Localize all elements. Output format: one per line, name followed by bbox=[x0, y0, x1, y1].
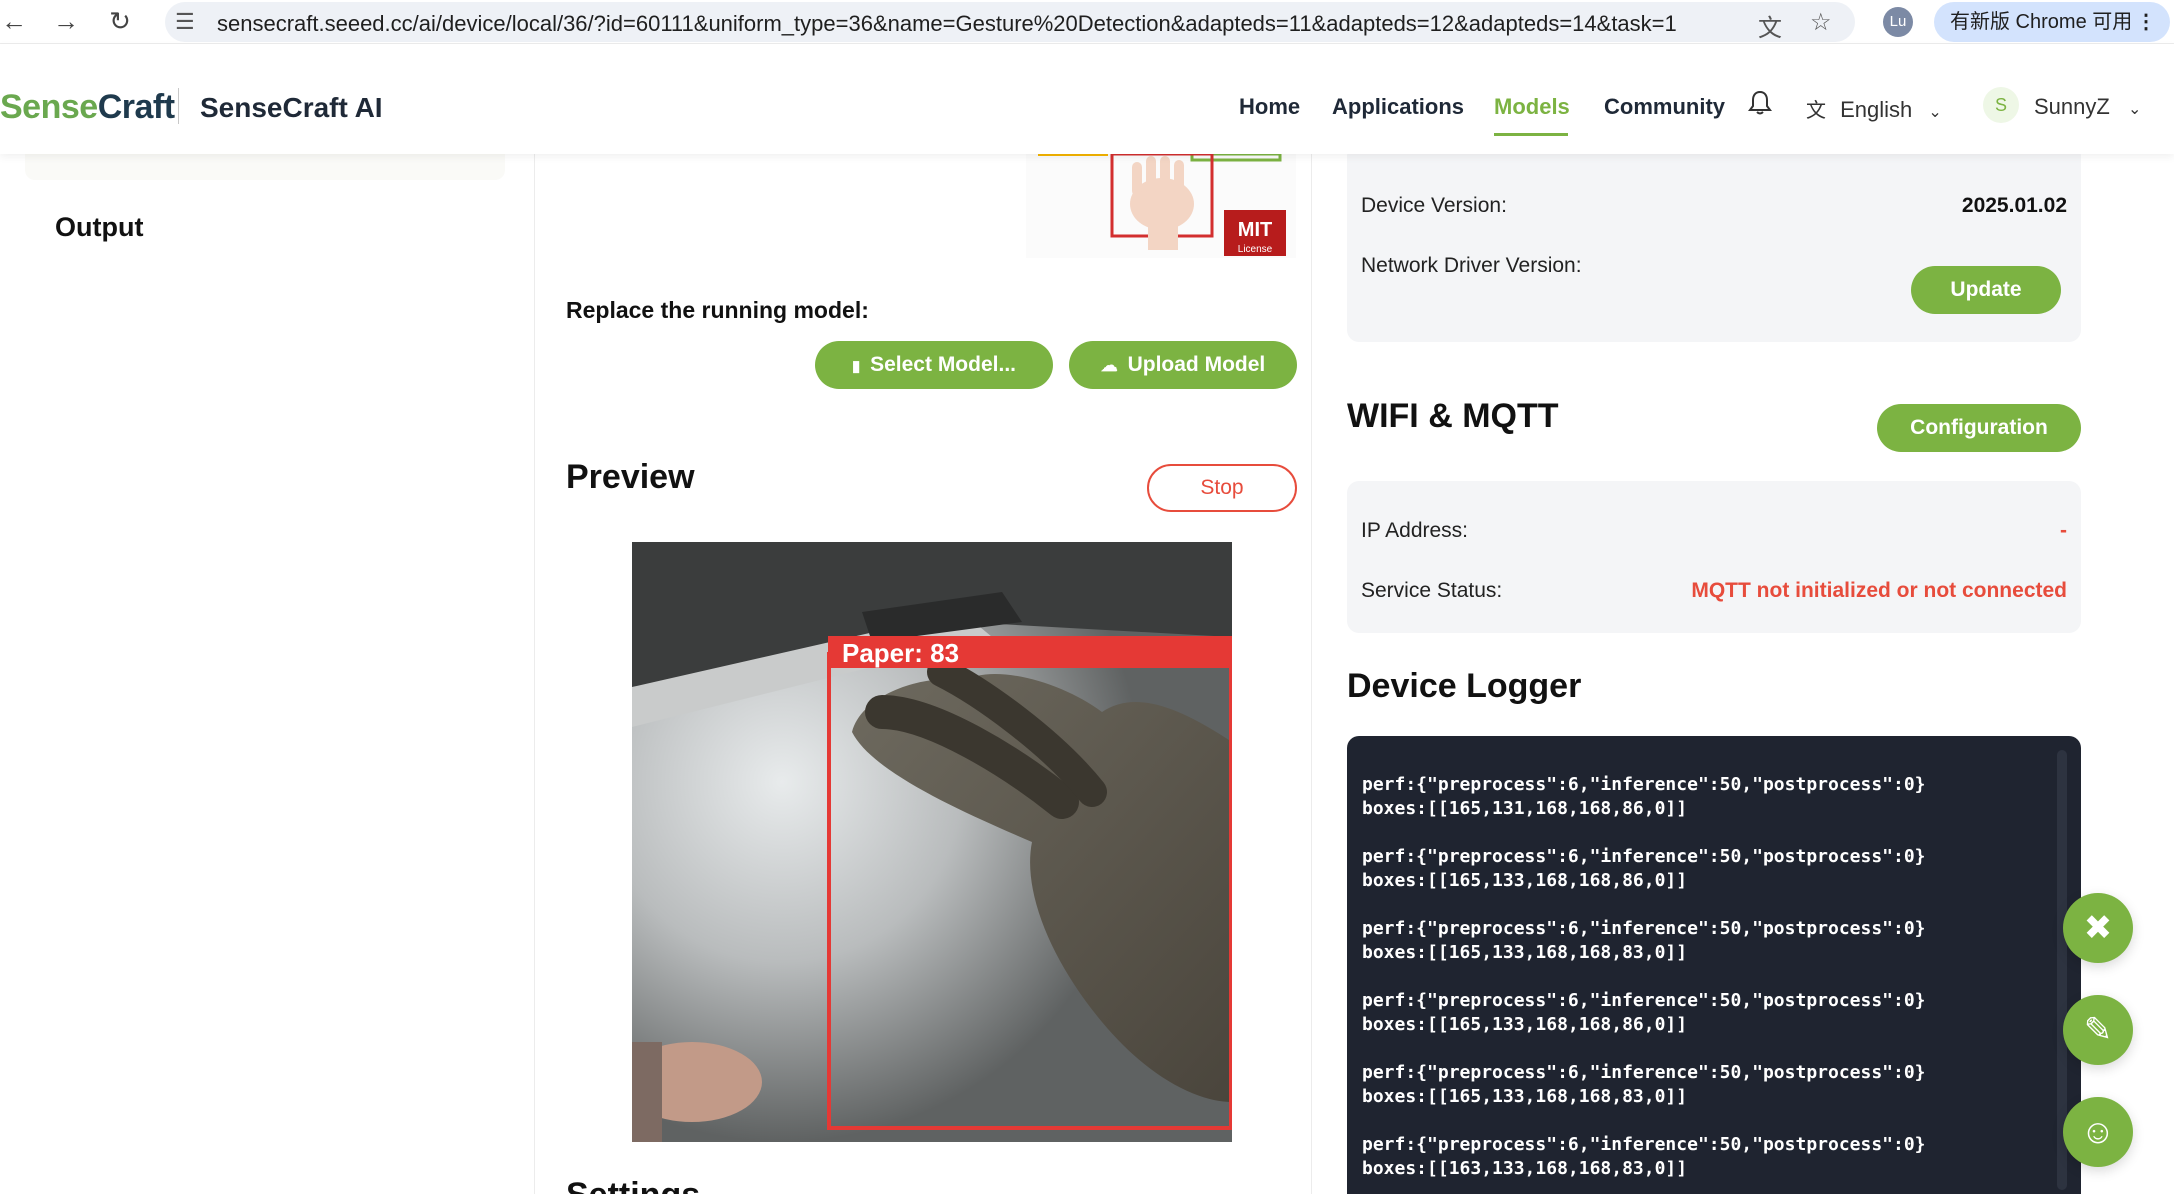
language-selector[interactable]: 文 English ⌄ bbox=[1806, 94, 1942, 123]
logo-craft-text: Craft bbox=[97, 88, 175, 126]
reload-icon[interactable]: ↻ bbox=[106, 8, 134, 36]
camera-preview: Paper: 83 bbox=[632, 542, 1232, 1142]
more-menu-icon[interactable]: ⋮ bbox=[2136, 2, 2156, 42]
log-boxes-line: boxes:[[163,133,168,168,83,0]] bbox=[1362, 1158, 1688, 1179]
log-perf-line: perf:{"preprocess":6,"inference":50,"pos… bbox=[1362, 918, 1926, 939]
site-title: SenseCraft AI bbox=[200, 92, 383, 123]
ip-address-value: - bbox=[2060, 519, 2067, 542]
log-perf-line: perf:{"preprocess":6,"inference":50,"pos… bbox=[1362, 846, 1926, 867]
logo-sense-text: Sense bbox=[0, 88, 98, 126]
tools-icon: ✖ bbox=[2083, 909, 2113, 947]
chevron-down-icon: ⌄ bbox=[2127, 101, 2142, 118]
log-perf-line: perf:{"preprocess":6,"inference":50,"pos… bbox=[1362, 774, 1926, 795]
forward-arrow-icon[interactable]: → bbox=[52, 8, 80, 36]
service-status-value: MQTT not initialized or not connected bbox=[1691, 579, 2067, 602]
configuration-button[interactable]: Configuration bbox=[1877, 404, 2081, 452]
user-avatar[interactable]: S bbox=[1983, 87, 2019, 123]
upload-model-button[interactable]: ☁ Upload Model bbox=[1069, 341, 1297, 389]
log-boxes-line: boxes:[[165,133,168,168,83,0]] bbox=[1362, 942, 1688, 963]
app-header: SenseCraft SenseCraft AI Home Applicatio… bbox=[0, 44, 2174, 154]
upload-model-label: Upload Model bbox=[1127, 353, 1266, 376]
nav-community[interactable]: Community bbox=[1604, 94, 1725, 120]
back-arrow-icon[interactable]: ← bbox=[0, 8, 28, 36]
svg-text:MIT: MIT bbox=[1238, 219, 1272, 241]
bell-icon[interactable] bbox=[1748, 90, 1772, 123]
log-boxes-line: boxes:[[165,133,168,168,86,0]] bbox=[1362, 870, 1688, 891]
device-panel: Device Version: 2025.01.02 Network Drive… bbox=[1313, 144, 2174, 1194]
select-model-button[interactable]: ▮ Select Model... bbox=[815, 341, 1053, 389]
community-fab[interactable]: ☺ bbox=[2063, 1097, 2133, 1167]
translate-icon[interactable]: 文 bbox=[1758, 8, 1782, 43]
ip-address-label: IP Address: bbox=[1361, 519, 1469, 542]
sensecraft-logo[interactable]: SenseCraft bbox=[0, 88, 175, 127]
nav-active-underline bbox=[1494, 133, 1568, 136]
log-boxes-line: boxes:[[165,133,168,168,86,0]] bbox=[1362, 1014, 1688, 1035]
nav-models[interactable]: Models bbox=[1494, 94, 1570, 120]
license-badge-text: License bbox=[1238, 244, 1273, 255]
network-driver-label: Network Driver Version: bbox=[1361, 254, 1582, 277]
chrome-update-button[interactable]: 有新版 Chrome 可用 ⋮ bbox=[1934, 2, 2170, 42]
log-boxes-line: boxes:[[165,133,168,168,83,0]] bbox=[1362, 1086, 1688, 1107]
model-panel: MIT License Replace the running model: ▮… bbox=[536, 154, 1312, 1194]
stop-button[interactable]: Stop bbox=[1147, 464, 1297, 512]
wifi-info-card: IP Address: - Service Status: MQTT not i… bbox=[1347, 481, 2081, 633]
log-perf-line: perf:{"preprocess":6,"inference":50,"pos… bbox=[1362, 990, 1926, 1011]
select-model-label: Select Model... bbox=[870, 353, 1016, 376]
service-status-label: Service Status: bbox=[1361, 579, 1503, 602]
user-menu[interactable]: SunnyZ ⌄ bbox=[2034, 94, 2141, 120]
nav-applications[interactable]: Applications bbox=[1332, 94, 1464, 120]
star-icon[interactable]: ☆ bbox=[1810, 8, 1832, 37]
model-thumbnail: MIT License bbox=[1026, 154, 1296, 258]
device-logger-title: Device Logger bbox=[1347, 667, 1582, 705]
community-icon: ☺ bbox=[2080, 1113, 2116, 1151]
url-text[interactable]: sensecraft.seeed.cc/ai/device/local/36/?… bbox=[217, 11, 1677, 37]
language-label: English bbox=[1840, 97, 1913, 122]
replace-model-label: Replace the running model: bbox=[566, 297, 869, 323]
log-boxes-line: boxes:[[165,131,168,168,86,0]] bbox=[1362, 798, 1688, 819]
device-logger[interactable]: perf:{"preprocess":6,"inference":50,"pos… bbox=[1347, 736, 2081, 1194]
feedback-icon: ✎ bbox=[2083, 1011, 2113, 1049]
sidebar: Output bbox=[0, 124, 535, 1194]
browser-toolbar: ← → ↻ ☰ sensecraft.seeed.cc/ai/device/lo… bbox=[0, 0, 2174, 44]
device-version-label: Device Version: bbox=[1361, 194, 1507, 217]
address-bar[interactable]: ☰ sensecraft.seeed.cc/ai/device/local/36… bbox=[165, 2, 1855, 42]
log-perf-line: perf:{"preprocess":6,"inference":50,"pos… bbox=[1362, 1062, 1926, 1083]
chevron-down-icon: ⌄ bbox=[1928, 104, 1942, 121]
wifi-mqtt-title: WIFI & MQTT bbox=[1347, 397, 1559, 435]
update-button[interactable]: Update bbox=[1911, 266, 2061, 314]
chrome-update-label: 有新版 Chrome 可用 bbox=[1950, 11, 2133, 33]
settings-title: Settings bbox=[566, 1176, 700, 1194]
detection-label: Paper: 83 bbox=[842, 638, 959, 668]
log-perf-line: perf:{"preprocess":6,"inference":50,"pos… bbox=[1362, 1134, 1926, 1155]
username-label: SunnyZ bbox=[2034, 94, 2110, 119]
cloud-upload-icon: ☁ bbox=[1100, 356, 1118, 375]
site-settings-icon[interactable]: ☰ bbox=[175, 9, 195, 35]
preview-title: Preview bbox=[566, 458, 695, 496]
device-info-card: Device Version: 2025.01.02 Network Drive… bbox=[1347, 144, 2081, 342]
chip-icon: ▮ bbox=[852, 358, 861, 375]
translate-language-icon: 文 bbox=[1806, 100, 1826, 122]
device-version-value: 2025.01.02 bbox=[1961, 194, 2067, 217]
profile-avatar[interactable]: Lu bbox=[1883, 7, 1913, 37]
sidebar-item-output[interactable]: Output bbox=[55, 212, 143, 243]
nav-home[interactable]: Home bbox=[1239, 94, 1300, 120]
feedback-fab[interactable]: ✎ bbox=[2063, 995, 2133, 1065]
logo-divider bbox=[178, 88, 179, 124]
tools-fab[interactable]: ✖ bbox=[2063, 893, 2133, 963]
